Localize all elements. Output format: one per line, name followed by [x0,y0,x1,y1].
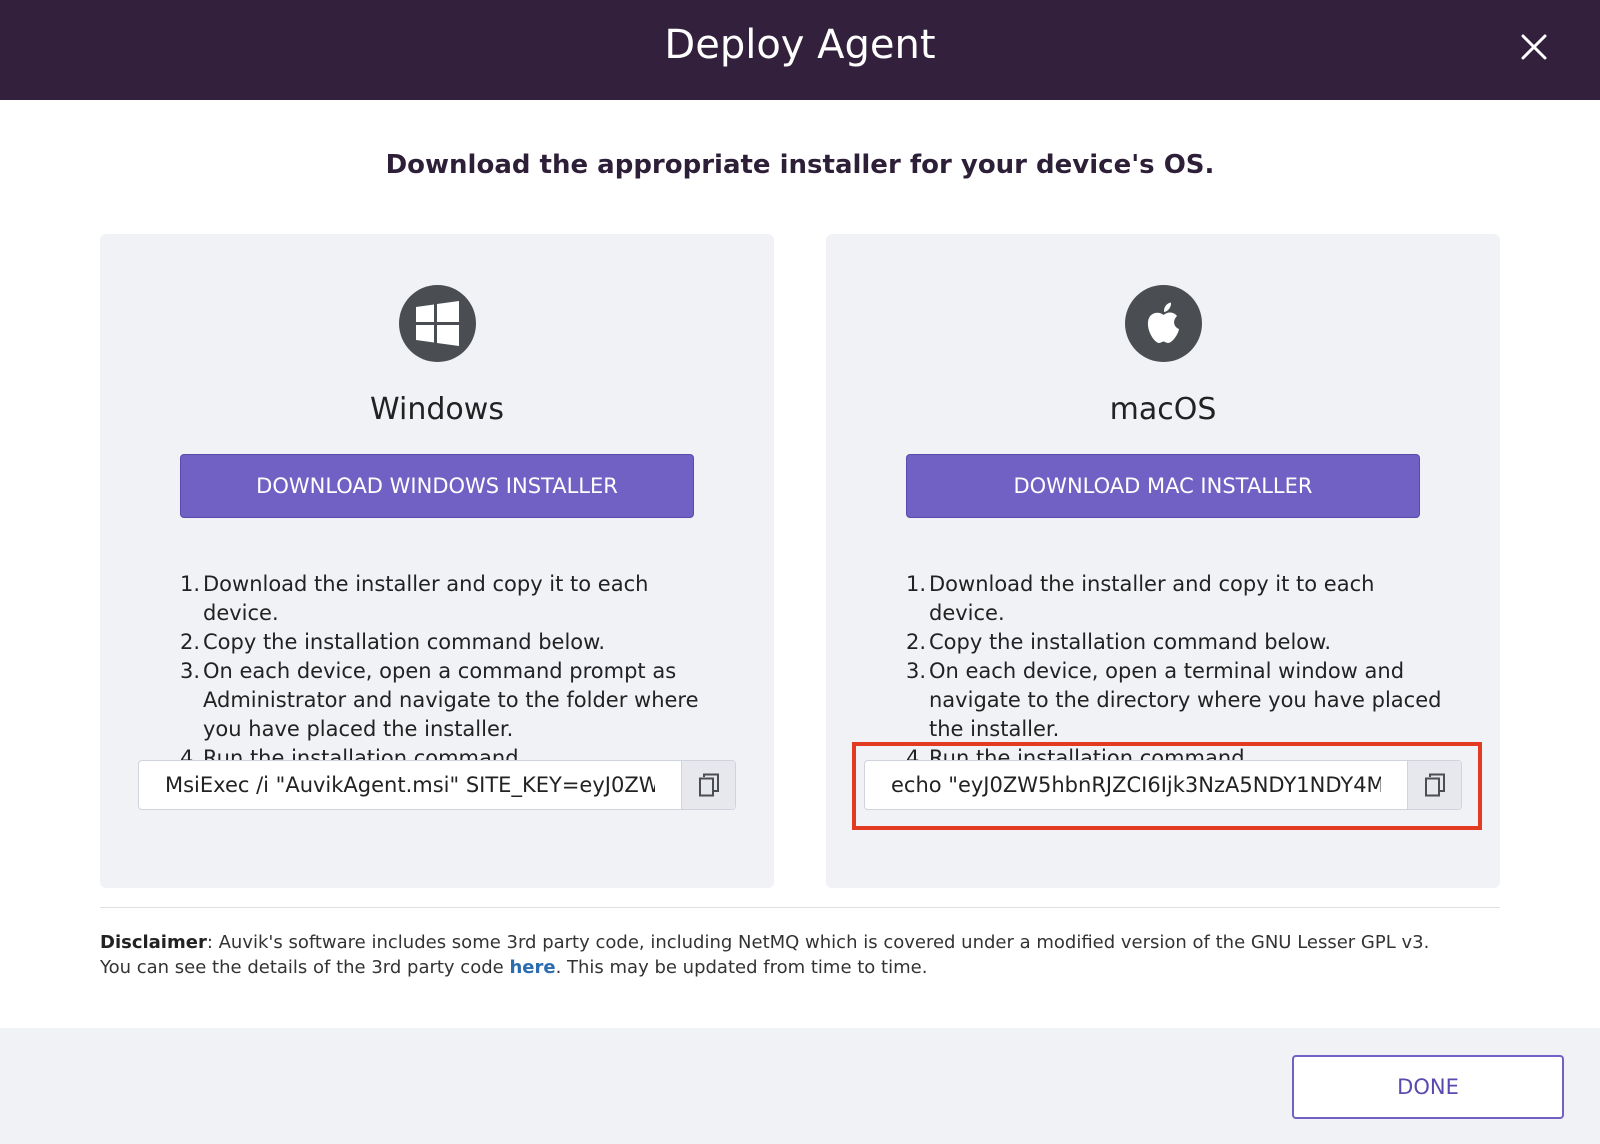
step-item: 3. On each device, open a command prompt … [180,659,699,741]
dialog-title: Deploy Agent [664,22,936,68]
instructions-heading: Download the appropriate installer for y… [385,150,1215,180]
windows-command-field[interactable]: MsiExec /i "AuvikAgent.msi" SITE_KEY=eyJ… [138,760,736,810]
done-button[interactable]: DONE [1292,1055,1564,1119]
windows-card: Windows DOWNLOAD WINDOWS INSTALLER 1. Dow… [100,234,774,888]
apple-icon [1125,285,1202,362]
disclaimer-line-1: Disclaimer: Auvik's software includes so… [100,932,1430,953]
dialog-footer: DONE [0,1028,1600,1144]
dialog-header: Deploy Agent [0,0,1600,100]
os-name-windows: Windows [370,392,504,427]
third-party-link[interactable]: here [509,957,555,978]
close-icon[interactable] [1518,31,1550,63]
step-item: 2. Copy the installation command below. [180,630,606,654]
disclaimer-line-2: You can see the details of the 3rd party… [100,957,928,978]
windows-steps: 1. Download the installer and copy it to … [180,570,720,773]
copy-icon [699,773,719,797]
disclaimer: Disclaimer: Auvik's software includes so… [100,930,1520,980]
step-item: 1. Download the installer and copy it to … [906,572,1375,625]
download-windows-button[interactable]: DOWNLOAD WINDOWS INSTALLER [180,454,694,518]
highlight-box [852,742,1482,830]
windows-command-text[interactable]: MsiExec /i "AuvikAgent.msi" SITE_KEY=eyJ… [165,761,655,809]
step-item: 2. Copy the installation command below. [906,630,1332,654]
divider [100,907,1500,908]
os-name-mac: macOS [1109,392,1217,427]
step-item: 3. On each device, open a terminal window… [906,659,1442,741]
download-mac-button[interactable]: DOWNLOAD MAC INSTALLER [906,454,1420,518]
step-item: 1. Download the installer and copy it to … [180,572,649,625]
windows-icon [399,285,476,362]
copy-windows-command-button[interactable] [681,761,735,809]
